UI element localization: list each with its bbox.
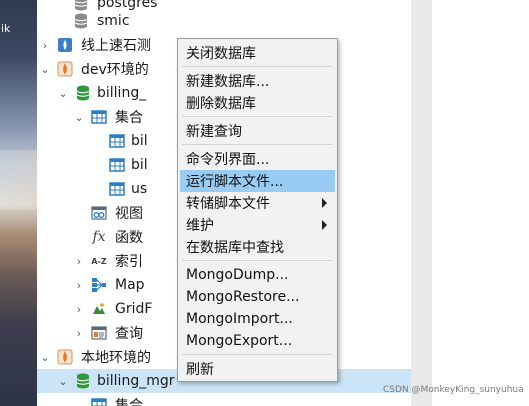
menu-separator <box>182 354 333 355</box>
menu-item-new-database[interactable]: 新建数据库... <box>180 70 335 92</box>
tree-item-label: billing_mgr <box>97 373 175 389</box>
menu-item-label: 维护 <box>186 218 214 234</box>
menu-item-mongodump[interactable]: MongoDump... <box>180 264 335 286</box>
watermark-text: CSDN @MonkeyKing_sunyuhua <box>383 385 524 395</box>
menu-item-run-script[interactable]: 运行脚本文件... <box>180 170 335 192</box>
menu-separator <box>182 144 333 145</box>
menu-separator <box>182 116 333 117</box>
chevron-down-icon[interactable]: ⌄ <box>73 399 85 406</box>
mongo-connection-icon <box>57 37 73 53</box>
chevron-right-icon[interactable]: › <box>73 327 85 340</box>
submenu-arrow-icon <box>322 220 327 230</box>
tree-item-label: bil <box>131 133 148 149</box>
menu-item-dump-script[interactable]: 转储脚本文件 <box>180 192 335 214</box>
menu-item-label: 在数据库中查找 <box>186 240 284 256</box>
tree-item-label: 视图 <box>115 206 143 222</box>
menu-item-label: 新建数据库... <box>186 74 270 90</box>
menu-item-label: 命令列界面... <box>186 152 270 168</box>
tree-item-label: billing_ <box>97 85 147 101</box>
menu-item-label: MongoDump... <box>186 267 289 283</box>
tree-item-label: 查询 <box>115 326 143 342</box>
table-icon <box>91 109 107 125</box>
wallpaper-text: ik <box>1 22 11 35</box>
menu-item-refresh[interactable]: 刷新 <box>180 358 335 380</box>
submenu-arrow-icon <box>322 198 327 208</box>
menu-item-label: MongoRestore... <box>186 289 300 305</box>
chevron-right-icon[interactable]: › <box>73 255 85 268</box>
menu-item-label: 新建查询 <box>186 124 242 140</box>
menu-item-label: MongoExport... <box>186 333 293 349</box>
tree-item-label: 线上速石测 <box>81 38 151 54</box>
mongo-leaf-icon <box>57 349 73 365</box>
tree-item-label: 本地环境的 <box>81 350 151 366</box>
tree-item-label: us <box>131 181 148 197</box>
chevron-down-icon[interactable]: ⌄ <box>39 351 51 364</box>
tree-item-label: smic <box>97 13 130 29</box>
chevron-down-icon[interactable]: ⌄ <box>73 111 85 124</box>
chevron-right-icon[interactable]: › <box>73 279 85 292</box>
menu-item-label: 关闭数据库 <box>186 46 256 62</box>
menu-item-label: 刷新 <box>186 362 214 378</box>
table-icon <box>109 157 125 173</box>
database-icon <box>75 373 91 389</box>
menu-item-maintain[interactable]: 维护 <box>180 214 335 236</box>
chevron-right-icon[interactable]: › <box>73 303 85 316</box>
view-icon <box>91 205 107 221</box>
menu-item-mongoimport[interactable]: MongoImport... <box>180 308 335 330</box>
function-icon: fx <box>92 229 106 245</box>
tree-item-label: bil <box>131 157 148 173</box>
tree-item-collections[interactable]: ⌄ 集合 <box>37 393 411 406</box>
tree-item-label: dev环境的 <box>81 62 149 78</box>
menu-item-label: 运行脚本文件... <box>186 174 284 190</box>
chevron-down-icon[interactable]: ⌄ <box>57 87 69 100</box>
chevron-down-icon[interactable]: ⌄ <box>57 375 69 388</box>
menu-separator <box>182 66 333 67</box>
tree-item-label: GridF <box>115 301 153 317</box>
chevron-down-icon[interactable]: ⌄ <box>39 63 51 76</box>
tree-item-label: 集合 <box>115 398 143 406</box>
menu-item-new-query[interactable]: 新建查询 <box>180 120 335 142</box>
query-icon <box>91 325 107 341</box>
content-area <box>432 0 529 406</box>
tree-item-smic[interactable]: smic <box>37 9 411 33</box>
menu-item-console[interactable]: 命令列界面... <box>180 148 335 170</box>
scrollbar-track[interactable] <box>411 0 432 406</box>
tree-item-label: 集合 <box>115 110 143 126</box>
index-az-icon: A-Z <box>91 256 107 266</box>
menu-item-delete-database[interactable]: 删除数据库 <box>180 92 335 114</box>
desktop-wallpaper: ik <box>0 0 37 406</box>
database-icon <box>73 13 89 29</box>
context-menu[interactable]: 关闭数据库 新建数据库... 删除数据库 新建查询 命令列界面... 运行脚本文… <box>177 38 338 382</box>
menu-item-label: 删除数据库 <box>186 96 256 112</box>
mapreduce-icon <box>91 277 107 293</box>
gridfs-icon <box>91 301 107 317</box>
table-icon <box>91 397 107 406</box>
database-icon <box>75 85 91 101</box>
tree-item-label: Map <box>115 277 145 293</box>
tree-item-label: 索引 <box>115 254 143 270</box>
table-icon <box>109 181 125 197</box>
menu-item-mongoexport[interactable]: MongoExport... <box>180 330 335 352</box>
menu-item-label: MongoImport... <box>186 311 293 327</box>
menu-item-label: 转储脚本文件 <box>186 196 270 212</box>
chevron-right-icon[interactable]: › <box>39 39 51 52</box>
menu-item-mongorestore[interactable]: MongoRestore... <box>180 286 335 308</box>
mongo-leaf-icon <box>57 61 73 77</box>
menu-item-close-database[interactable]: 关闭数据库 <box>180 42 335 64</box>
menu-separator <box>182 260 333 261</box>
tree-item-label: 函数 <box>115 230 143 246</box>
table-icon <box>109 133 125 149</box>
menu-item-find-in-database[interactable]: 在数据库中查找 <box>180 236 335 258</box>
